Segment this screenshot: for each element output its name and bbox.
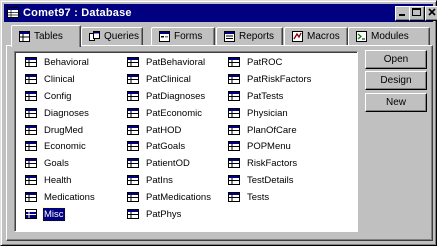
table-icon bbox=[127, 209, 139, 219]
tab-reports[interactable]: Reports bbox=[216, 27, 283, 45]
form-icon bbox=[159, 31, 170, 42]
table-icon bbox=[127, 74, 139, 84]
database-window: Comet97 : Database Tables Queries Forms … bbox=[0, 0, 437, 246]
table-icon bbox=[19, 31, 30, 42]
new-button[interactable]: New bbox=[365, 93, 427, 112]
tab-modules[interactable]: Modules bbox=[348, 27, 430, 45]
table-icon bbox=[127, 141, 139, 151]
design-button[interactable]: Design bbox=[365, 71, 427, 90]
table-icon bbox=[25, 175, 37, 185]
table-icon bbox=[25, 108, 37, 118]
table-icon bbox=[25, 57, 37, 67]
open-button[interactable]: Open bbox=[365, 50, 427, 69]
table-icon bbox=[25, 158, 37, 168]
tab-forms[interactable]: Forms bbox=[151, 27, 215, 45]
table-list[interactable]: Behavioral Clinical Config Diagnoses Dru… bbox=[14, 51, 358, 232]
table-icon bbox=[228, 141, 240, 151]
table-icon bbox=[127, 108, 139, 118]
maximize-button[interactable] bbox=[409, 6, 425, 21]
tab-queries[interactable]: Queries bbox=[81, 27, 143, 45]
table-icon bbox=[127, 125, 139, 135]
module-icon bbox=[356, 31, 367, 42]
maximize-icon bbox=[412, 8, 421, 16]
table-icon bbox=[127, 192, 139, 202]
table-icon bbox=[228, 74, 240, 84]
close-button[interactable] bbox=[425, 6, 437, 21]
table-icon bbox=[228, 158, 240, 168]
report-icon bbox=[224, 31, 235, 42]
table-icon bbox=[25, 141, 37, 151]
table-icon bbox=[127, 158, 139, 168]
table-icon bbox=[127, 175, 139, 185]
table-icon bbox=[25, 91, 37, 101]
table-icon bbox=[25, 74, 37, 84]
tab-label: Forms bbox=[174, 31, 203, 42]
table-icon bbox=[228, 57, 240, 67]
table-icon bbox=[127, 91, 139, 101]
tab-macros[interactable]: Macros bbox=[284, 27, 348, 45]
tab-label: Modules bbox=[371, 31, 409, 42]
tab-label: Queries bbox=[104, 31, 140, 42]
table-icon bbox=[25, 125, 37, 135]
minimize-icon bbox=[399, 14, 405, 16]
table-icon bbox=[228, 108, 240, 118]
tab-tables[interactable]: Tables bbox=[11, 25, 81, 47]
table-icon bbox=[25, 209, 37, 219]
macro-icon bbox=[292, 31, 303, 42]
title-bar[interactable]: Comet97 : Database bbox=[4, 4, 437, 22]
tab-label: Macros bbox=[307, 31, 340, 42]
table-icon bbox=[127, 57, 139, 67]
table-icon bbox=[228, 175, 240, 185]
table-icon bbox=[228, 192, 240, 202]
tab-label: Tables bbox=[34, 31, 63, 42]
table-icon bbox=[228, 91, 240, 101]
tab-label: Reports bbox=[239, 31, 275, 42]
close-icon bbox=[428, 8, 436, 16]
table-icon bbox=[25, 192, 37, 202]
query-icon bbox=[89, 31, 100, 41]
window-title: Comet97 : Database bbox=[23, 7, 132, 19]
table-icon bbox=[228, 125, 240, 135]
database-icon bbox=[7, 7, 19, 18]
